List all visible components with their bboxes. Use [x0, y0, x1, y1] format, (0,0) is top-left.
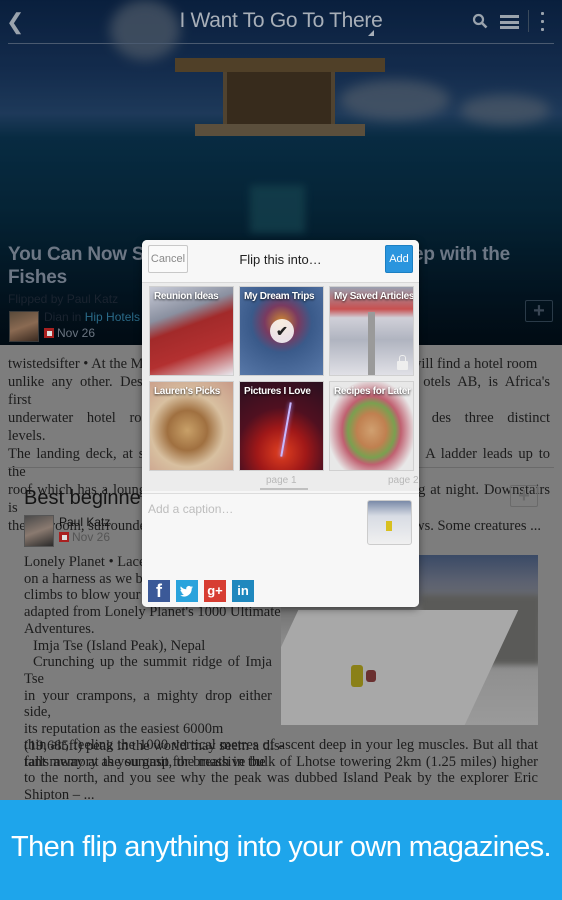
excerpt-fragment: ws. Some creatures ... [414, 518, 541, 534]
hero-date: Nov 26 [44, 326, 95, 340]
twitter-share-button[interactable] [176, 580, 198, 602]
magazine-tile-pictures-i-love[interactable]: Pictures I Love [239, 381, 324, 471]
excerpt-fragment: unlike any other. Design [8, 374, 162, 390]
excerpt-fragment: twistedsifter • At the Ma [8, 356, 150, 372]
google-plus-icon: g+ [207, 583, 223, 598]
caption-input[interactable] [148, 499, 348, 519]
hero-headline-right: ep with the [413, 244, 511, 265]
excerpt-line: Adventures. [24, 620, 95, 637]
toolbar-divider [528, 10, 529, 32]
magazine-tile-my-dream-trips[interactable]: My Dream Trips ✔ [239, 286, 324, 376]
app-screen: ❮ I Want To Go To There You Can Now Stay… [0, 0, 562, 800]
caption-area: f g+ in [142, 493, 419, 607]
hamburger-menu-icon [500, 15, 519, 18]
lock-icon [397, 355, 408, 370]
promo-banner-text: Then flip anything into your own magazin… [10, 831, 552, 863]
excerpt-line: Crunching up the summit ridge of Imja Ts… [24, 654, 272, 687]
flipped-by-label: Flipped by Paul Katz [8, 292, 119, 306]
author-name[interactable]: Paul Katz [59, 515, 110, 529]
twitter-icon [180, 585, 193, 597]
promo-banner: Then flip anything into your own magazin… [0, 800, 562, 900]
magazine-name: Pictures I Love [244, 386, 311, 397]
article-excerpt-continued[interactable]: thin air, feeling the 1000 vertical metr… [24, 737, 538, 800]
item-thumbnail [367, 500, 412, 545]
magazine-grid[interactable]: Reunion Ideas My Dream Trips ✔ My Saved … [142, 283, 419, 491]
menu-button[interactable] [500, 15, 519, 29]
flip-dialog: Cancel Flip this into… Add Reunion Ideas… [142, 240, 419, 607]
avatar[interactable] [24, 515, 54, 547]
flipboard-icon [44, 328, 54, 338]
add-to-magazine-button[interactable]: + [510, 485, 538, 507]
magazine-name: Reunion Ideas [154, 291, 219, 302]
excerpt-line: in your crampons, a mighty drop either s… [24, 687, 272, 721]
dropdown-corner-icon [368, 30, 374, 36]
magazine-tile-reunion-ideas[interactable]: Reunion Ideas [149, 286, 234, 376]
search-button[interactable] [472, 13, 488, 29]
date-text: Nov 26 [72, 530, 111, 544]
top-bar: ❮ I Want To Go To There [0, 0, 562, 44]
excerpt-line: its reputation as the easiest 6000m [24, 721, 224, 738]
magazine-name: My Saved Articles [334, 291, 414, 302]
linkedin-icon: in [237, 583, 249, 598]
excerpt-fragment: underwater hotel room. [8, 410, 164, 426]
facebook-share-button[interactable]: f [148, 580, 170, 602]
article-date: Nov 26 [59, 530, 110, 544]
magazine-tile-laurens-picks[interactable]: Lauren's Picks [149, 381, 234, 471]
plus-icon: + [518, 485, 530, 507]
google-plus-share-button[interactable]: g+ [204, 580, 226, 602]
magazine-name: Recipes for Later [334, 386, 411, 397]
plus-icon: + [533, 300, 545, 322]
magazine-name: My Dream Trips [244, 291, 315, 302]
flipboard-icon [59, 532, 69, 542]
excerpt-fragment: u will find a hotel room [400, 356, 538, 372]
page-label-current: page 1 [266, 475, 297, 486]
avatar[interactable] [9, 311, 39, 342]
facebook-icon: f [156, 581, 162, 601]
linkedin-share-button[interactable]: in [232, 580, 254, 602]
dialog-title: Flip this into… [239, 252, 322, 267]
top-bar-divider [8, 43, 554, 44]
page-label-next[interactable]: page 2 [388, 475, 419, 486]
date-text: Nov 26 [57, 326, 96, 340]
more-vert-icon [541, 12, 544, 15]
magazine-tile-recipes-for-later[interactable]: Recipes for Later [329, 381, 414, 471]
dialog-header: Cancel Flip this into… Add [142, 240, 419, 283]
checkmark-icon: ✔ [270, 319, 294, 343]
overflow-menu-button[interactable] [541, 12, 545, 32]
search-icon [472, 13, 488, 29]
add-to-magazine-button[interactable]: + [525, 300, 553, 322]
add-button[interactable]: Add [385, 245, 413, 273]
author-name[interactable]: Dian in [44, 310, 81, 324]
magazine-name: Lauren's Picks [154, 386, 220, 397]
magazine-tile-my-saved-articles[interactable]: My Saved Articles [329, 286, 414, 376]
excerpt-subhead: Imja Tse (Island Peak), Nepal [33, 637, 206, 654]
excerpt-fragment: The landing deck, at sea [8, 446, 158, 462]
page-indicator [260, 488, 308, 490]
article-title[interactable]: Best beginners [24, 487, 157, 510]
